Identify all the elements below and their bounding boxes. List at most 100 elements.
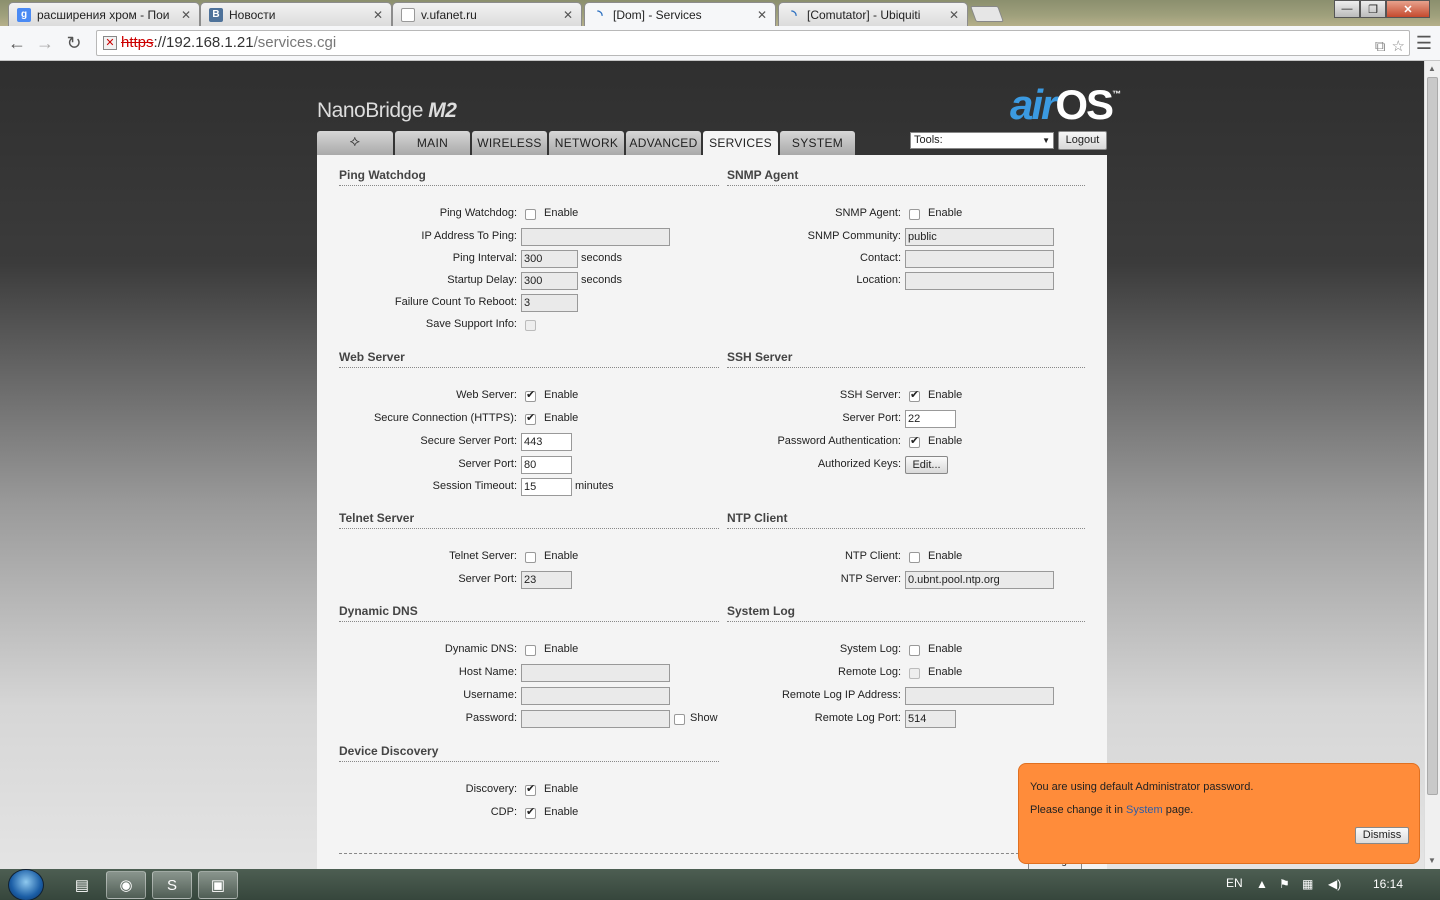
tab-system[interactable]: SYSTEM (780, 131, 855, 155)
address-bar[interactable]: ✕ https://192.168.1.21/services.cgi ⧉ ☆ (96, 30, 1410, 56)
tab-main[interactable]: MAIN (395, 131, 470, 155)
logout-button[interactable]: Logout (1058, 131, 1107, 150)
failure-count-input[interactable]: 3 (521, 294, 578, 312)
tab-close-icon[interactable]: ✕ (947, 8, 961, 22)
web-server-checkbox[interactable] (525, 388, 536, 402)
startup-delay-unit: seconds (581, 274, 622, 286)
ddns-username-input[interactable] (521, 687, 670, 705)
start-button[interactable] (8, 869, 44, 900)
language-indicator[interactable]: EN (1226, 876, 1243, 890)
network-icon[interactable]: ▦ (1302, 877, 1313, 891)
back-arrow-icon[interactable]: ← (6, 32, 28, 54)
remote-log-ip-label: Remote Log IP Address: (781, 689, 901, 701)
startup-delay-input[interactable]: 300 (521, 272, 578, 290)
snmp-location-input[interactable] (905, 272, 1054, 290)
cdp-checkbox[interactable] (525, 805, 536, 819)
password-auth-checkbox[interactable] (909, 434, 920, 448)
system-page-link[interactable]: System (1126, 804, 1163, 816)
volume-icon[interactable]: ◀) (1328, 877, 1341, 891)
ddns-password-input[interactable] (521, 710, 670, 728)
ddns-host-input[interactable] (521, 664, 670, 682)
ddns-checkbox[interactable] (525, 645, 536, 656)
tab-advanced[interactable]: ADVANCED (626, 131, 701, 155)
ddns-label: Dynamic DNS: (444, 643, 517, 655)
ping-interval-input[interactable]: 300 (521, 250, 578, 268)
scrollbar-thumb[interactable] (1427, 77, 1438, 795)
reload-icon[interactable]: ↻ (63, 32, 85, 54)
vertical-scrollbar[interactable]: ▲ ▼ (1424, 61, 1440, 869)
browser-tab[interactable]: g расширения хром - Пои ✕ (8, 2, 200, 26)
skype-icon[interactable]: S (152, 871, 192, 899)
web-server-label: Web Server: (456, 389, 517, 401)
windows-taskbar: ▤ ◉ S ▣ EN ▲ ⚑ ▦ ◀) 16:14 (0, 869, 1440, 900)
save-support-info-checkbox[interactable] (525, 320, 536, 331)
close-window-button[interactable]: ✕ (1386, 0, 1430, 18)
snmp-agent-checkbox[interactable] (909, 209, 920, 220)
browser-tab-title: Новости (229, 7, 276, 22)
browser-tab[interactable]: B Новости ✕ (200, 2, 392, 26)
tab-wireless[interactable]: WIRELESS (472, 131, 547, 155)
ping-interval-label: Ping Interval: (452, 252, 517, 264)
broken-lock-icon[interactable]: ✕ (103, 36, 117, 50)
new-tab-button[interactable] (970, 6, 1004, 22)
browser-tab-active[interactable]: ◝ [Dom] - Services ✕ (584, 2, 776, 26)
authorized-keys-edit-button[interactable]: Edit... (905, 456, 948, 474)
tab-ubnt-logo[interactable]: ⟡ (317, 131, 393, 155)
ping-watchdog-checkbox[interactable] (525, 209, 536, 220)
remote-log-port-input[interactable]: 514 (905, 710, 956, 728)
explorer-icon[interactable]: ▤ (62, 871, 102, 899)
minimize-button[interactable]: — (1334, 0, 1360, 18)
section-web-server: Web Server (339, 350, 719, 368)
startup-delay-label: Startup Delay: (447, 274, 517, 286)
tab-close-icon[interactable]: ✕ (371, 8, 385, 22)
password-auth-enable-text: Enable (928, 435, 963, 447)
section-dynamic-dns: Dynamic DNS (339, 604, 719, 622)
tab-close-icon[interactable]: ✕ (179, 8, 193, 22)
action-center-flag-icon[interactable]: ⚑ (1279, 877, 1290, 891)
clock[interactable]: 16:14 (1373, 877, 1403, 891)
bookmark-star-icon[interactable]: ☆ (1392, 35, 1405, 59)
web-port-input[interactable]: 80 (521, 456, 572, 474)
chrome-icon[interactable]: ◉ (106, 871, 146, 899)
show-password-checkbox[interactable] (674, 714, 685, 725)
https-checkbox[interactable] (525, 411, 536, 425)
ip-to-ping-input[interactable] (521, 228, 670, 246)
https-label: Secure Connection (HTTPS): (373, 412, 517, 424)
dismiss-button[interactable]: Dismiss (1355, 827, 1409, 844)
session-timeout-input[interactable]: 15 (521, 478, 572, 496)
discovery-checkbox[interactable] (525, 782, 536, 796)
system-log-checkbox[interactable] (909, 645, 920, 656)
secure-port-input[interactable]: 443 (521, 433, 572, 451)
tab-close-icon[interactable]: ✕ (755, 8, 769, 22)
tab-close-icon[interactable]: ✕ (561, 8, 575, 22)
ntp-client-checkbox[interactable] (909, 552, 920, 563)
maximize-button[interactable]: ❐ (1360, 0, 1386, 18)
translate-icon[interactable]: ⧉ (1375, 35, 1386, 59)
url-scheme: https (121, 34, 154, 51)
snmp-community-input[interactable]: public (905, 228, 1054, 246)
ssh-server-checkbox[interactable] (909, 388, 920, 402)
remote-log-ip-input[interactable] (905, 687, 1054, 705)
browser-tab[interactable]: v.ufanet.ru ✕ (392, 2, 582, 26)
tools-select[interactable]: Tools: (910, 132, 1054, 149)
browser-menu-icon[interactable]: ☰ (1416, 33, 1432, 54)
browser-tab[interactable]: ◝ [Comutator] - Ubiquiti ✕ (778, 2, 968, 26)
ntp-server-input[interactable]: 0.ubnt.pool.ntp.org (905, 571, 1054, 589)
telnet-port-input[interactable]: 23 (521, 571, 572, 589)
remote-desktop-icon[interactable]: ▣ (198, 871, 238, 899)
ssh-port-input[interactable]: 22 (905, 410, 956, 428)
telnet-server-label: Telnet Server: (449, 550, 517, 562)
telnet-server-checkbox[interactable] (525, 552, 536, 563)
section-ntp-client: NTP Client (727, 511, 1085, 529)
tab-services[interactable]: SERVICES (703, 131, 778, 156)
scroll-down-icon[interactable]: ▼ (1428, 856, 1436, 865)
tray-expand-icon[interactable]: ▲ (1256, 877, 1268, 891)
remote-log-port-label: Remote Log Port: (814, 712, 901, 724)
tab-network[interactable]: NETWORK (549, 131, 624, 155)
forward-arrow-icon[interactable]: → (34, 32, 56, 54)
scroll-up-icon[interactable]: ▲ (1428, 64, 1436, 73)
device-brand: NanoBridge M2 (317, 99, 457, 123)
snmp-contact-input[interactable] (905, 250, 1054, 268)
ddns-password-label: Password: (465, 712, 517, 724)
remote-log-checkbox[interactable] (909, 668, 920, 679)
